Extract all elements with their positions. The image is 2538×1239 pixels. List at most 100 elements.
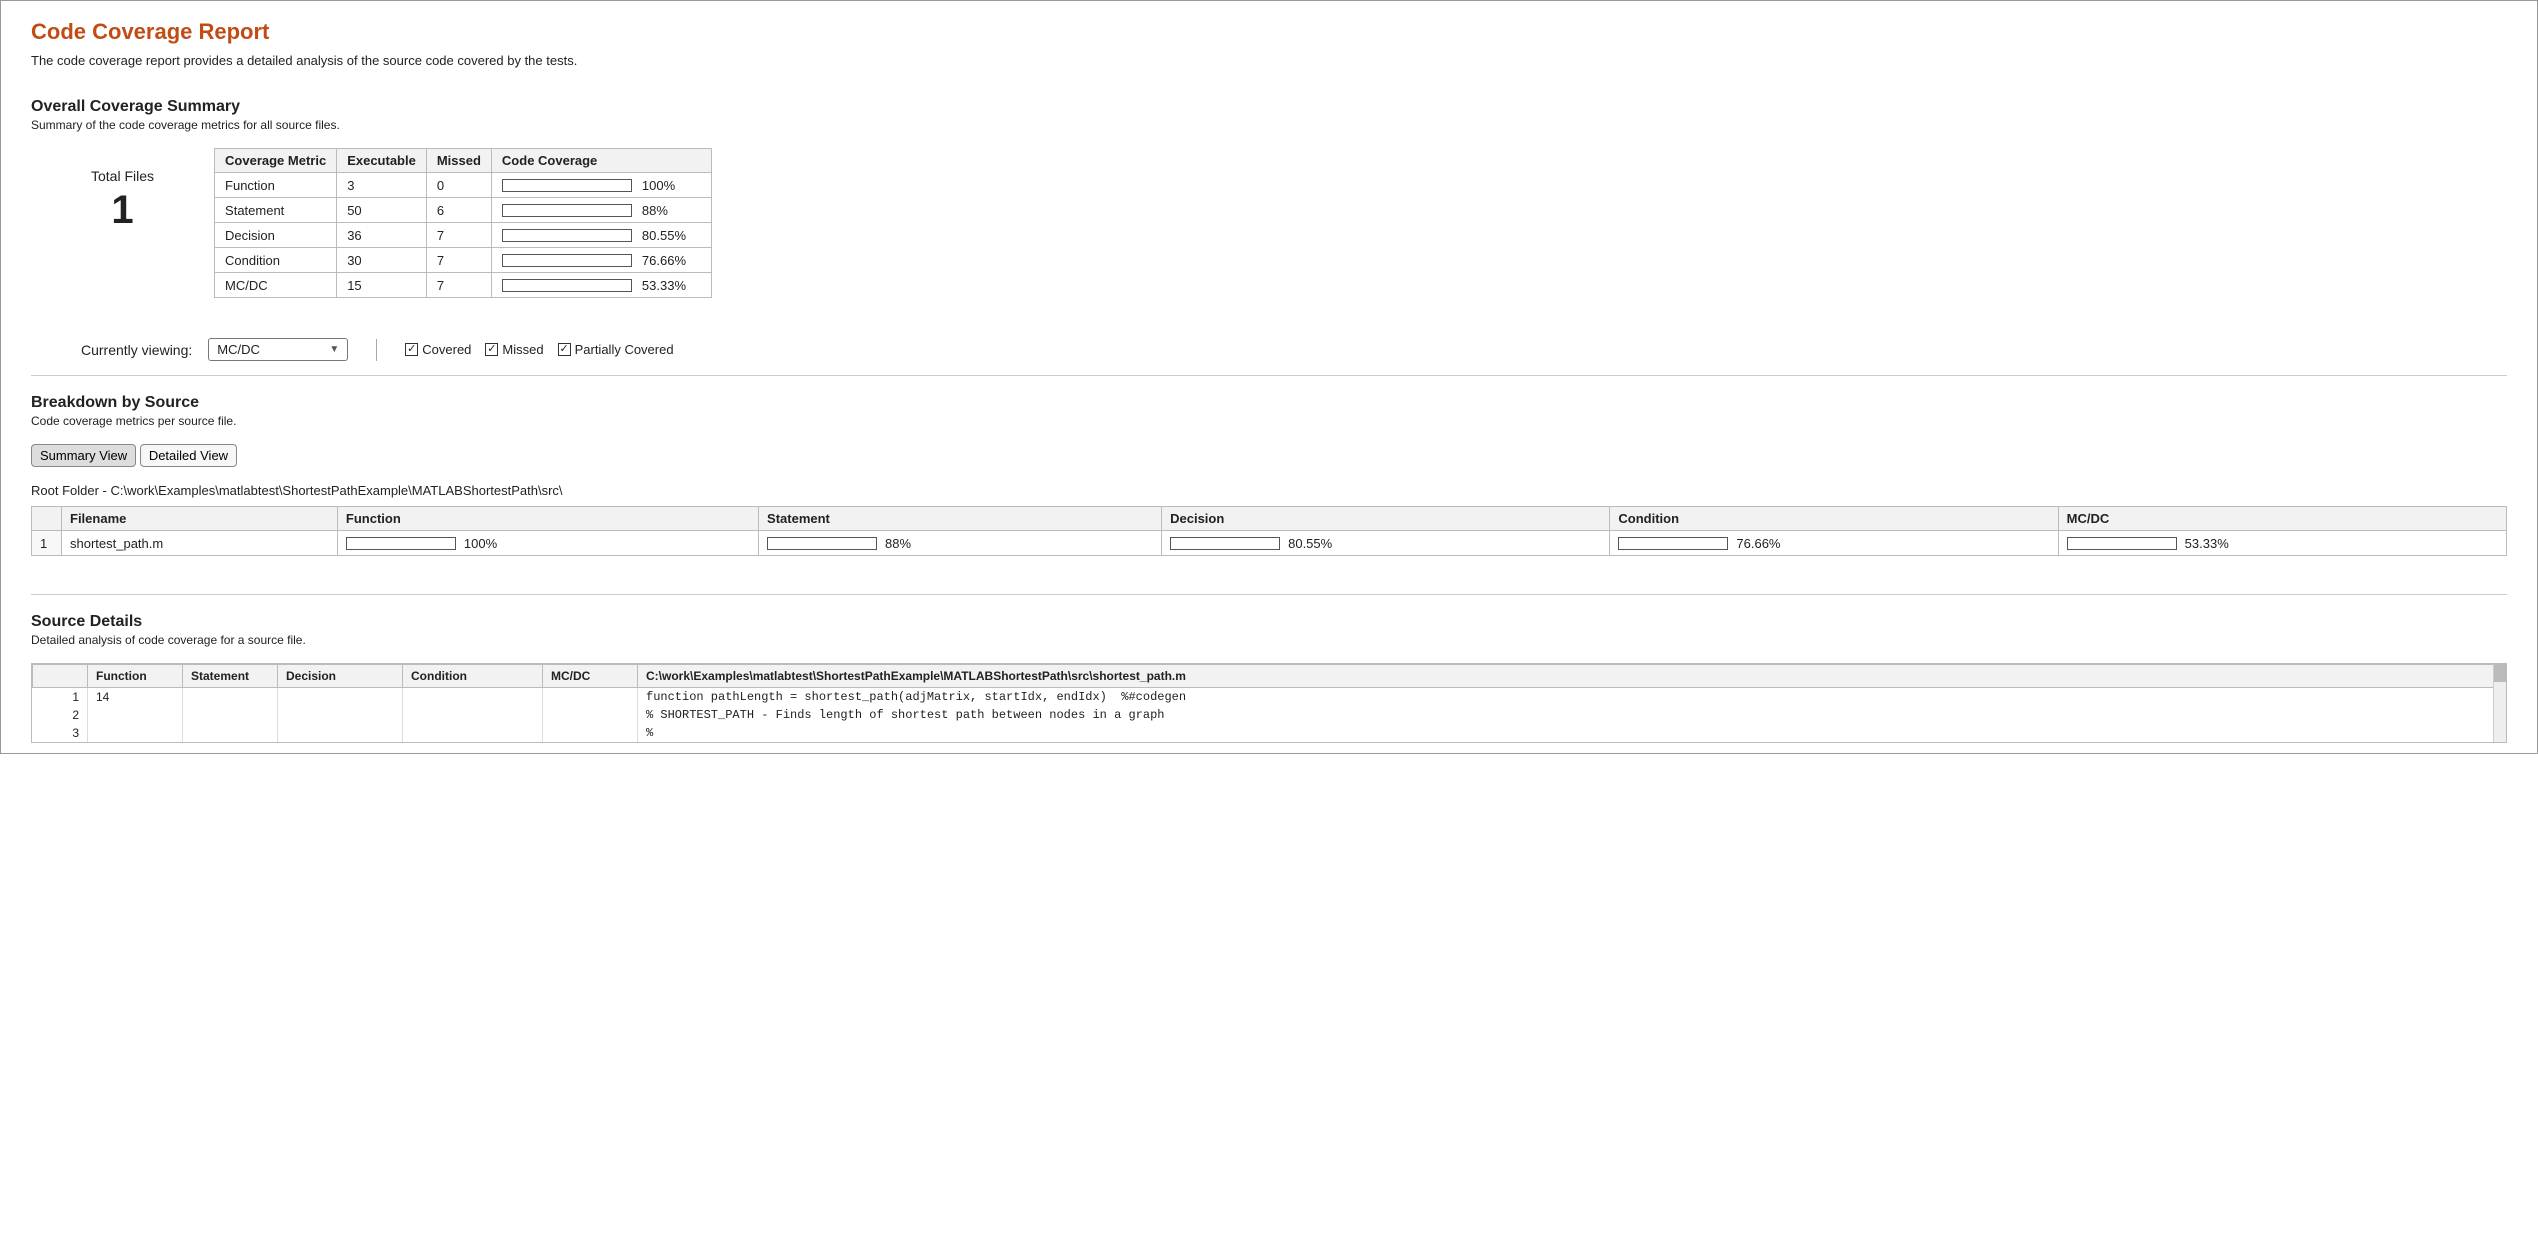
coverage-cell: 53.33% [2058, 531, 2506, 556]
exec-cell: 36 [337, 223, 427, 248]
metric-cell: Statement [215, 198, 337, 223]
line-function [88, 706, 183, 724]
coverage-bar [502, 179, 632, 192]
missed-cell: 7 [426, 273, 491, 298]
line-decision [278, 706, 403, 724]
checkbox-partial-label: Partially Covered [575, 342, 674, 357]
coverage-cell: 88% [491, 198, 711, 223]
page-title: Code Coverage Report [31, 19, 2507, 45]
coverage-bar [1170, 537, 1280, 550]
divider [376, 339, 377, 361]
col-d-statement: Statement [183, 665, 278, 688]
table-row: Statement506 88% [215, 198, 712, 223]
total-files-value: 1 [91, 188, 154, 233]
breakdown-heading: Breakdown by Source [31, 394, 2507, 412]
checkbox-covered[interactable] [405, 343, 418, 356]
line-function [88, 724, 183, 742]
overall-heading: Overall Coverage Summary [31, 98, 2507, 116]
coverage-pct: 80.55% [642, 228, 686, 243]
line-decision [278, 724, 403, 742]
coverage-cell: 80.55% [491, 223, 711, 248]
line-statement [183, 688, 278, 707]
coverage-cell: 88% [759, 531, 1162, 556]
line-statement [183, 724, 278, 742]
metric-cell: MC/DC [215, 273, 337, 298]
line-code: % SHORTEST_PATH - Finds length of shorte… [638, 706, 2506, 724]
col-statement: Statement [759, 507, 1162, 531]
separator [31, 375, 2507, 376]
chevron-down-icon: ▼ [329, 344, 339, 355]
coverage-bar [502, 229, 632, 242]
vertical-scrollbar[interactable] [2493, 664, 2506, 742]
root-folder-prefix: Root Folder - [31, 483, 110, 498]
exec-cell: 30 [337, 248, 427, 273]
coverage-cell: 100% [337, 531, 758, 556]
col-mcdc: MC/DC [2058, 507, 2506, 531]
line-code: % [638, 724, 2506, 742]
col-filename: Filename [62, 507, 338, 531]
col-exec: Executable [337, 149, 427, 173]
col-decision: Decision [1162, 507, 1610, 531]
col-cov: Code Coverage [491, 149, 711, 173]
coverage-cell: 100% [491, 173, 711, 198]
missed-cell: 7 [426, 223, 491, 248]
checkbox-covered-label: Covered [422, 342, 471, 357]
coverage-pct: 80.55% [1288, 536, 1332, 551]
coverage-bar [767, 537, 877, 550]
coverage-cell: 76.66% [491, 248, 711, 273]
overall-summary-table: Coverage Metric Executable Missed Code C… [214, 148, 712, 298]
coverage-pct: 100% [642, 178, 675, 193]
missed-cell: 6 [426, 198, 491, 223]
coverage-pct: 76.66% [1736, 536, 1780, 551]
line-number: 2 [33, 706, 88, 724]
col-missed: Missed [426, 149, 491, 173]
total-files-label: Total Files [91, 168, 154, 184]
line-condition [403, 724, 543, 742]
exec-cell: 15 [337, 273, 427, 298]
summary-view-button[interactable]: Summary View [31, 444, 136, 467]
col-condition: Condition [1610, 507, 2058, 531]
coverage-pct: 88% [642, 203, 668, 218]
line-number: 3 [33, 724, 88, 742]
root-folder: Root Folder - C:\work\Examples\matlabtes… [31, 483, 2507, 498]
line-condition [403, 688, 543, 707]
line-code: function pathLength = shortest_path(adjM… [638, 688, 2506, 707]
checkbox-partial[interactable] [558, 343, 571, 356]
coverage-bar [502, 279, 632, 292]
col-d-path: C:\work\Examples\matlabtest\ShortestPath… [638, 665, 2506, 688]
line-statement [183, 706, 278, 724]
filename-cell[interactable]: shortest_path.m [62, 531, 338, 556]
scroll-thumb[interactable] [2494, 664, 2506, 682]
col-metric: Coverage Metric [215, 149, 337, 173]
col-function: Function [337, 507, 758, 531]
total-files-block: Total Files 1 [31, 148, 194, 233]
detailed-view-button[interactable]: Detailed View [140, 444, 237, 467]
col-d-mcdc: MC/DC [543, 665, 638, 688]
separator [31, 594, 2507, 595]
source-line: 2 % SHORTEST_PATH - Finds length of short… [33, 706, 2506, 724]
coverage-cell: 53.33% [491, 273, 711, 298]
metric-dropdown[interactable]: MC/DC ▼ [208, 338, 348, 361]
checkbox-missed[interactable] [485, 343, 498, 356]
checkbox-missed-label: Missed [502, 342, 543, 357]
line-mcdc [543, 688, 638, 707]
table-row: MC/DC15753.33% [215, 273, 712, 298]
source-line: 3% [33, 724, 2506, 742]
overall-desc: Summary of the code coverage metrics for… [31, 118, 2507, 132]
col-d-decision: Decision [278, 665, 403, 688]
breakdown-table: Filename Function Statement Decision Con… [31, 506, 2507, 556]
exec-cell: 3 [337, 173, 427, 198]
metric-cell: Condition [215, 248, 337, 273]
missed-cell: 7 [426, 248, 491, 273]
line-decision [278, 688, 403, 707]
line-condition [403, 706, 543, 724]
details-desc: Detailed analysis of code coverage for a… [31, 633, 2507, 647]
exec-cell: 50 [337, 198, 427, 223]
missed-cell: 0 [426, 173, 491, 198]
line-function: 14 [88, 688, 183, 707]
metric-cell: Function [215, 173, 337, 198]
table-row[interactable]: 1shortest_path.m100%88%80.55%76.66%53.33… [32, 531, 2507, 556]
coverage-bar [346, 537, 456, 550]
coverage-bar [502, 204, 632, 217]
page-subtitle: The code coverage report provides a deta… [31, 53, 2507, 68]
